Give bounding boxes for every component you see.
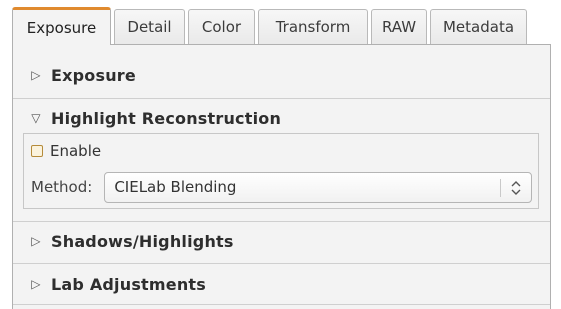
tab-raw[interactable]: RAW — [371, 9, 427, 44]
triangle-right-icon[interactable]: ▷ — [29, 68, 43, 82]
section-header-highlight-reconstruction[interactable]: ▽ Highlight Reconstruction — [13, 98, 550, 138]
triangle-down-icon[interactable]: ▽ — [29, 111, 43, 125]
tab-bar: Exposure Detail Color Transform RAW Meta… — [12, 6, 530, 45]
section-header-shadows-highlights[interactable]: ▷ Shadows/Highlights — [13, 221, 550, 261]
tab-page-exposure: ▷ Exposure ▽ Highlight Reconstruction En… — [12, 44, 551, 309]
section-divider — [13, 304, 550, 305]
highlight-reconstruction-body: Enable Method: CIELab Blending — [23, 133, 539, 209]
enable-label[interactable]: Enable — [50, 142, 101, 160]
select-separator — [500, 178, 502, 197]
section-title-highlight-reconstruction: Highlight Reconstruction — [51, 108, 282, 128]
method-select-value: CIELab Blending — [114, 178, 237, 196]
tab-metadata[interactable]: Metadata — [430, 9, 527, 44]
method-select[interactable]: CIELab Blending — [104, 171, 533, 203]
section-title-shadows-highlights: Shadows/Highlights — [51, 231, 234, 251]
enable-row[interactable]: Enable — [31, 140, 101, 162]
tab-exposure[interactable]: Exposure — [12, 7, 111, 45]
section-header-lab-adjustments[interactable]: ▷ Lab Adjustments — [13, 264, 550, 304]
section-title-lab-adjustments: Lab Adjustments — [51, 274, 206, 294]
section-title-exposure: Exposure — [51, 65, 136, 85]
method-row: Method: CIELab Blending — [31, 170, 533, 204]
tab-detail[interactable]: Detail — [114, 9, 185, 44]
method-label: Method: — [31, 178, 93, 196]
tab-color[interactable]: Color — [188, 9, 255, 44]
chevron-up-down-icon — [511, 180, 521, 195]
triangle-right-icon[interactable]: ▷ — [29, 234, 43, 248]
enable-checkbox[interactable] — [31, 145, 43, 157]
triangle-right-icon[interactable]: ▷ — [29, 277, 43, 291]
exposure-panel-window: Exposure Detail Color Transform RAW Meta… — [0, 0, 561, 309]
section-header-exposure[interactable]: ▷ Exposure — [13, 55, 550, 95]
tab-transform[interactable]: Transform — [258, 9, 368, 44]
